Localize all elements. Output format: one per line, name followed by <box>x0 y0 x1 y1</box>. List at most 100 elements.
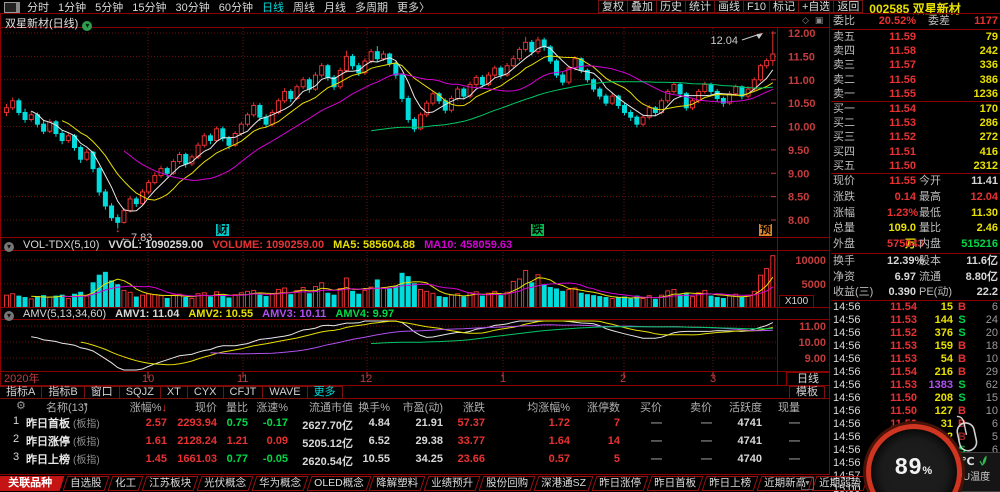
svg-text:9.50: 9.50 <box>788 145 809 157</box>
svg-text:3: 3 <box>710 373 716 385</box>
nav-tab-股份回购[interactable]: 股份回购 <box>478 476 536 491</box>
indicator-tab-指标A[interactable]: 指标A <box>0 386 43 399</box>
amv3-value: AMV3: 10.11 <box>262 308 327 320</box>
svg-text:8.50: 8.50 <box>788 192 809 204</box>
row-name-suffix: (板指) <box>73 437 100 448</box>
svg-text:10000: 10000 <box>795 255 826 267</box>
nav-tab-label: 降解塑料 <box>376 477 419 489</box>
row-cell: — <box>789 417 800 429</box>
row-cell: 33.77 <box>457 435 485 447</box>
table-row[interactable]: 2 昨日涨停 (板指) 1.61 2128.24 1.21 0.09 5205.12亿 6.52… <box>0 433 830 451</box>
nav-tab-label: 业绩预升 <box>431 477 474 489</box>
vol-indicator-name[interactable]: VOL-TDX(5,10) <box>23 239 99 251</box>
vvol-value: VVOL: 1090259.00 <box>108 239 204 251</box>
col-header-涨跌[interactable]: 涨跌 <box>415 399 485 415</box>
nav-tab-label: 江苏板块 <box>148 477 191 489</box>
nav-tab-光伏概念[interactable]: 光伏概念 <box>196 476 253 491</box>
row-name[interactable]: 昨日首板 (板指) <box>26 415 100 431</box>
nav-tab-昨日上榜[interactable]: 昨日上榜 <box>701 476 759 491</box>
svg-text:10.50: 10.50 <box>788 98 816 110</box>
col-header-涨速%[interactable]: 涨速% <box>218 399 288 415</box>
col-name-header[interactable]: 名称(13) <box>46 399 88 415</box>
row-rank: 1 <box>12 415 20 427</box>
nav-tab-label: OLED概念 <box>313 477 364 489</box>
svg-text:11.00: 11.00 <box>788 75 815 87</box>
nav-tab-自选股[interactable]: 自选股 <box>62 476 109 491</box>
svg-text:9.00: 9.00 <box>805 353 826 365</box>
event-marker-跌[interactable]: 跌 <box>531 224 544 236</box>
nav-tab-昨日首板[interactable]: 昨日首板 <box>646 476 704 491</box>
svg-text:2: 2 <box>620 373 626 385</box>
amv2-value: AMV2: 10.55 <box>188 308 254 320</box>
nav-tab-label: 关联品种 <box>8 477 53 489</box>
nav-tab-昨日涨停[interactable]: 昨日涨停 <box>591 476 649 491</box>
indicator-tab-SQJZ[interactable]: SQJZ <box>118 386 161 399</box>
event-marker-财[interactable]: 财 <box>216 224 229 236</box>
nav-tab-label: 昨日涨停 <box>599 477 642 489</box>
nav-tab-label: 深港通SZ <box>541 477 587 489</box>
svg-text:11.50: 11.50 <box>788 51 815 63</box>
chart-title: 双星新材(日线) ▾ <box>5 15 93 31</box>
chart-title-label: 双星新材(日线) <box>5 18 79 30</box>
vol-ma10-value: MA10: 458059.63 <box>424 239 513 251</box>
volume-value: VOLUME: 1090259.00 <box>212 239 325 251</box>
nav-tab-label: 昨日上榜 <box>709 477 752 489</box>
chevron-down-icon[interactable]: ▾ <box>82 21 93 31</box>
nav-tab-label: 股份回购 <box>486 477 529 489</box>
gauge-percent-sign: % <box>922 465 934 477</box>
indicator-tab-CYX[interactable]: CYX <box>186 386 224 399</box>
nav-tab-化工[interactable]: 化工 <box>107 476 143 491</box>
row-cell: 57.37 <box>457 417 485 429</box>
row-name[interactable]: 昨日涨停 (板指) <box>26 433 100 449</box>
nav-tab-江苏板块[interactable]: 江苏板块 <box>141 476 198 491</box>
vol-ma5-value: MA5: 585604.88 <box>333 239 416 251</box>
gear-icon[interactable]: ⚙ <box>16 399 26 412</box>
collapse-icon[interactable]: ▾ <box>4 311 14 321</box>
row-name-suffix: (板指) <box>73 419 100 430</box>
svg-text:10: 10 <box>142 373 154 385</box>
indicator-tabs: 指标A 指标B 窗口 SQJZ XT CYX CFJT WAVE 更多 <box>0 386 830 399</box>
svg-text:12.00: 12.00 <box>788 28 816 40</box>
col-header-现量[interactable]: 现量 <box>730 399 800 415</box>
quote-table: ⚙ 名称(13) • 涨幅%↓ 现价 量比 涨速% 流通市值 换手% 市盈(动) 涨跌 均涨幅% 涨停数… <box>0 399 830 474</box>
indicator-tab-指标B[interactable]: 指标B <box>41 386 85 399</box>
row-cell: — <box>789 453 800 465</box>
row-rank: 2 <box>12 433 20 445</box>
svg-text:1: 1 <box>500 373 506 385</box>
svg-text:12: 12 <box>360 373 372 385</box>
indicator-tab-WAVE[interactable]: WAVE <box>262 386 308 399</box>
nav-tab-业绩预升[interactable]: 业绩预升 <box>423 476 481 491</box>
nav-tab-降解塑料[interactable]: 降解塑料 <box>368 476 426 491</box>
indicator-tab-XT[interactable]: XT <box>159 386 188 399</box>
template-button[interactable]: 模板 <box>789 386 825 399</box>
indicator-tab-CFJT[interactable]: CFJT <box>222 386 264 399</box>
collapse-icon[interactable]: ▾ <box>4 242 14 252</box>
bottom-nav: 关联品种 自选股 化工 江苏板块 光伏概念 华为概念 OLED概念 降解塑料 业绩预升 股份回购深… <box>0 475 869 492</box>
leaf-icon <box>979 455 987 466</box>
nav-tab-label: 近期新高 <box>764 477 807 489</box>
row-cell: — <box>789 435 800 447</box>
nav-tab-label: 近期弱势 <box>819 477 862 489</box>
period-axis-box[interactable]: 日线 <box>786 372 830 386</box>
nav-tab-label: 自选股 <box>70 477 102 489</box>
nav-tab-关联品种[interactable]: 关联品种 <box>0 476 65 491</box>
indicator-tab-更多[interactable]: 更多 <box>306 386 343 399</box>
nav-tab-近期弱势[interactable]: 近期弱势 <box>811 476 869 491</box>
indicator-tab-窗口[interactable]: 窗口 <box>83 386 120 399</box>
nav-tab-深港通SZ[interactable]: 深港通SZ <box>533 476 594 491</box>
table-row[interactable]: 3 昨日上榜 (板指) 1.45 1661.03 0.77 -0.05 2620.54亿 10.… <box>0 451 830 469</box>
nav-dropdown-icon[interactable]: ▼ <box>801 477 814 490</box>
nav-tab-OLED概念[interactable]: OLED概念 <box>306 476 371 491</box>
event-marker-预[interactable]: 预 <box>759 224 772 236</box>
svg-text:10.00: 10.00 <box>788 122 816 134</box>
vol-pane-header: ▾ VOL-TDX(5,10) VVOL: 1090259.00 VOLUME: 10… <box>4 239 521 252</box>
nav-tab-华为概念[interactable]: 华为概念 <box>251 476 308 491</box>
amv-indicator-name[interactable]: AMV(5,13,34,60) <box>23 308 106 320</box>
nav-tab-label: 昨日首板 <box>654 477 697 489</box>
table-row[interactable]: 1 昨日首板 (板指) 2.57 2293.94 0.75 -0.17 2627.70亿 4.8… <box>0 415 830 433</box>
trading-terminal: 12.00 11.50 11.00 10.50 10.00 9.50 9.00 8.50 8.0… <box>0 0 1000 492</box>
row-name[interactable]: 昨日上榜 (板指) <box>26 451 100 467</box>
svg-text:12.04: 12.04 <box>710 35 738 47</box>
svg-text:↓: ↓ <box>115 224 120 235</box>
amv1-value: AMV1: 11.04 <box>115 308 180 320</box>
